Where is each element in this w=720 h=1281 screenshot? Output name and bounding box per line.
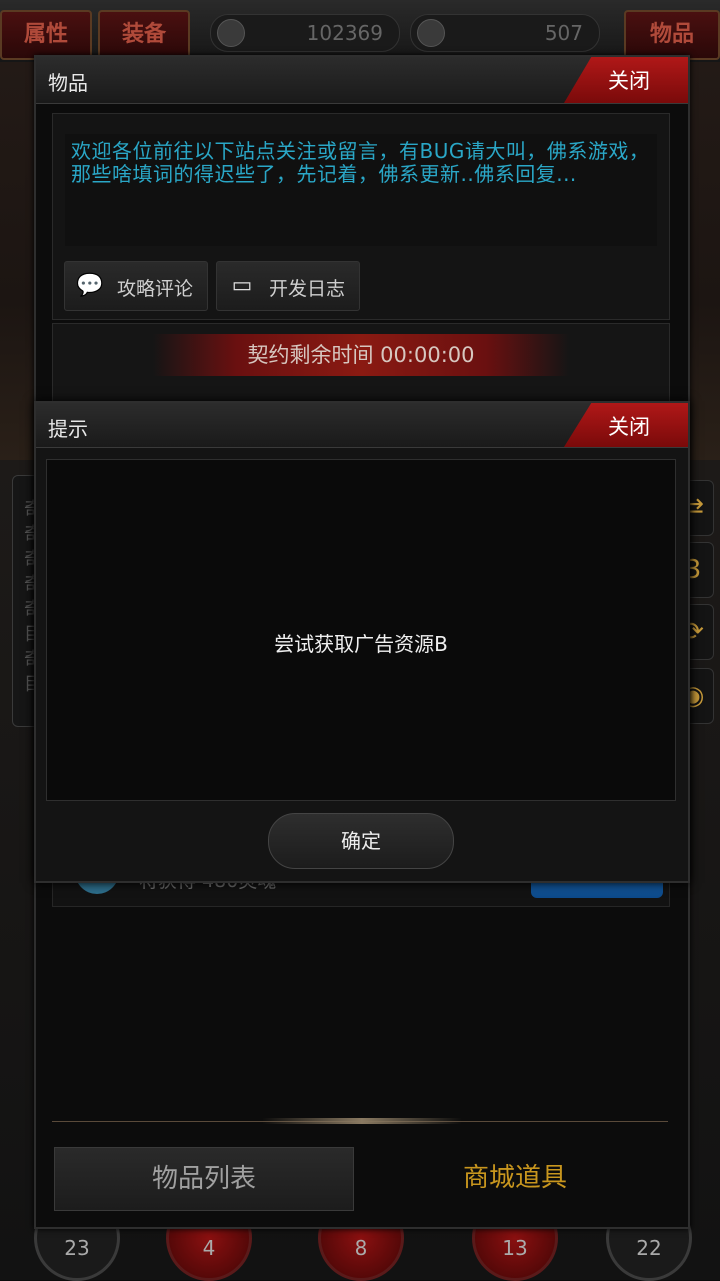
- currency-skull: 507: [410, 14, 600, 52]
- dialog-header: 提示 关闭: [36, 403, 688, 448]
- skull-icon: [417, 19, 445, 47]
- dialog-close-button[interactable]: 关闭: [564, 403, 688, 447]
- currency-gold: 102369: [210, 14, 400, 52]
- bottom-slot-count: 22: [636, 1236, 662, 1260]
- item-panel-title: 物品: [48, 71, 88, 95]
- gear-icon: [217, 19, 245, 47]
- dialog-message: 尝试获取广告资源B: [274, 632, 448, 656]
- dialog-title: 提示: [48, 417, 88, 441]
- tab-item-list[interactable]: 物品列表: [54, 1147, 354, 1211]
- tab-attributes[interactable]: 属性: [0, 10, 92, 60]
- bottom-slot-count: 13: [502, 1236, 528, 1260]
- currency-gold-value: 102369: [306, 21, 383, 45]
- chat-bubble-icon: 💬: [76, 273, 104, 298]
- bottom-slot-count: 23: [64, 1236, 90, 1260]
- tab-equipment[interactable]: 装备: [98, 10, 190, 60]
- tab-items[interactable]: 物品: [624, 10, 720, 60]
- currency-skull-value: 507: [544, 21, 583, 45]
- contract-timer: 契约剩余时间 00:00:00: [153, 334, 569, 376]
- prompt-dialog: 提示 关闭 尝试获取广告资源B 确定: [34, 401, 690, 883]
- dialog-body: 尝试获取广告资源B: [46, 459, 676, 801]
- tv-icon: ▭: [231, 273, 253, 298]
- guide-comments-label: 攻略评论: [117, 278, 194, 300]
- notice-text: 欢迎各位前往以下站点关注或留言，有BUG请大叫，佛系游戏，那些啥填词的得迟些了，…: [65, 134, 657, 246]
- devlog-label: 开发日志: [269, 278, 346, 300]
- devlog-button[interactable]: ▭ 开发日志: [216, 261, 360, 311]
- tab-shop-items[interactable]: 商城道具: [362, 1147, 668, 1209]
- close-label: 关闭: [608, 69, 650, 93]
- bottom-slot-count: 8: [354, 1236, 368, 1260]
- confirm-button[interactable]: 确定: [268, 813, 454, 869]
- item-panel-close-button[interactable]: 关闭: [564, 57, 688, 103]
- item-panel-header: 物品 关闭: [36, 57, 688, 104]
- top-bar: 属性 装备 102369 507 物品: [0, 0, 720, 63]
- divider: [52, 1117, 668, 1125]
- guide-comments-button[interactable]: 💬 攻略评论: [64, 261, 208, 311]
- close-label: 关闭: [608, 415, 650, 439]
- bottom-slot-count: 4: [202, 1236, 216, 1260]
